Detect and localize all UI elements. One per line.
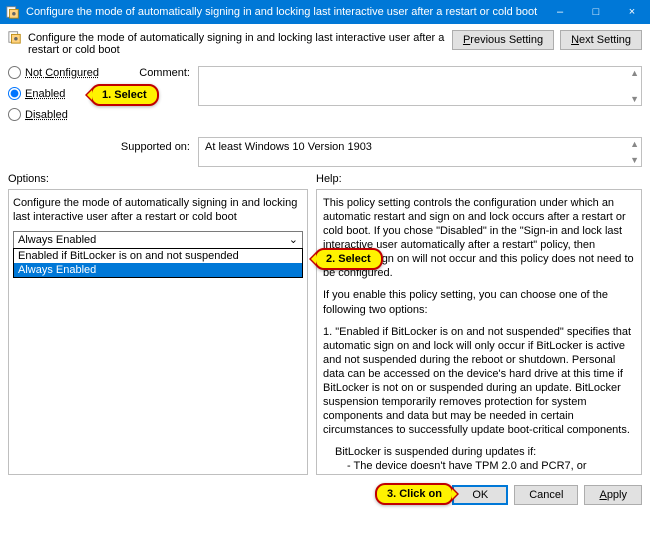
previous-setting-button[interactable]: PPrevious Settingrevious Setting <box>452 30 554 50</box>
options-label: Options: <box>8 173 308 185</box>
options-panel: Configure the mode of automatically sign… <box>8 189 308 475</box>
radio-not-configured[interactable]: Not ConfiguredNot Configured <box>8 66 128 79</box>
policy-title: Configure the mode of automatically sign… <box>28 30 446 56</box>
callout-3: 3. Click on <box>375 483 454 505</box>
option-description: Configure the mode of automatically sign… <box>13 196 303 225</box>
window-title: Configure the mode of automatically sign… <box>26 6 542 18</box>
minimize-button[interactable]: – <box>542 0 578 24</box>
dropdown-item-bitlocker[interactable]: Enabled if BitLocker is on and not suspe… <box>14 249 302 263</box>
footer: 3. Click on OK Cancel ApplyApply <box>0 479 650 511</box>
radio-disabled[interactable]: DisabledDisabled <box>8 108 128 121</box>
radio-not-configured-input[interactable] <box>8 66 21 79</box>
scroll-up-icon[interactable]: ▲ <box>630 68 639 78</box>
scroll-up-icon[interactable]: ▲ <box>630 139 639 149</box>
apply-button[interactable]: ApplyApply <box>584 485 642 505</box>
help-text: - The device doesn't have TPM 2.0 and PC… <box>323 459 635 473</box>
supported-on-value: At least Windows 10 Version 1903 <box>205 141 372 153</box>
chevron-down-icon: ⌄ <box>289 233 298 246</box>
next-setting-button[interactable]: Next SettingNext Setting <box>560 30 642 50</box>
maximize-button[interactable]: □ <box>578 0 614 24</box>
comment-textarea[interactable]: ▲ ▼ <box>198 66 642 106</box>
gpedit-icon <box>6 5 20 19</box>
close-button[interactable]: × <box>614 0 650 24</box>
cancel-button[interactable]: Cancel <box>514 485 578 505</box>
help-text: 1. "Enabled if BitLocker is on and not s… <box>323 325 635 438</box>
help-text: BitLocker is suspended during updates if… <box>323 445 635 459</box>
scroll-down-icon[interactable]: ▼ <box>630 94 639 104</box>
supported-on-field: At least Windows 10 Version 1903 ▲ ▼ <box>198 137 642 167</box>
help-panel: This policy setting controls the configu… <box>316 189 642 475</box>
dropdown-list: Enabled if BitLocker is on and not suspe… <box>13 248 303 278</box>
titlebar: Configure the mode of automatically sign… <box>0 0 650 24</box>
radio-disabled-input[interactable] <box>8 108 21 121</box>
help-label: Help: <box>316 173 642 185</box>
radio-enabled-input[interactable] <box>8 87 21 100</box>
scroll-down-icon[interactable]: ▼ <box>630 155 639 165</box>
help-text: If you enable this policy setting, you c… <box>323 288 635 316</box>
mode-dropdown[interactable]: Always Enabled ⌄ <box>13 231 303 249</box>
callout-2: 2. Select <box>314 248 383 270</box>
dropdown-item-always[interactable]: Always Enabled <box>14 263 302 277</box>
gpedit-icon <box>8 30 22 47</box>
callout-1: 1. Select <box>90 84 159 106</box>
radio-enabled[interactable]: EnabledEnabled 1. Select <box>8 87 128 100</box>
supported-on-label: Supported on: <box>8 137 198 167</box>
help-text: - The device doesn't use a TPM-only prot… <box>323 473 635 475</box>
dropdown-selected-value: Always Enabled <box>18 234 96 246</box>
